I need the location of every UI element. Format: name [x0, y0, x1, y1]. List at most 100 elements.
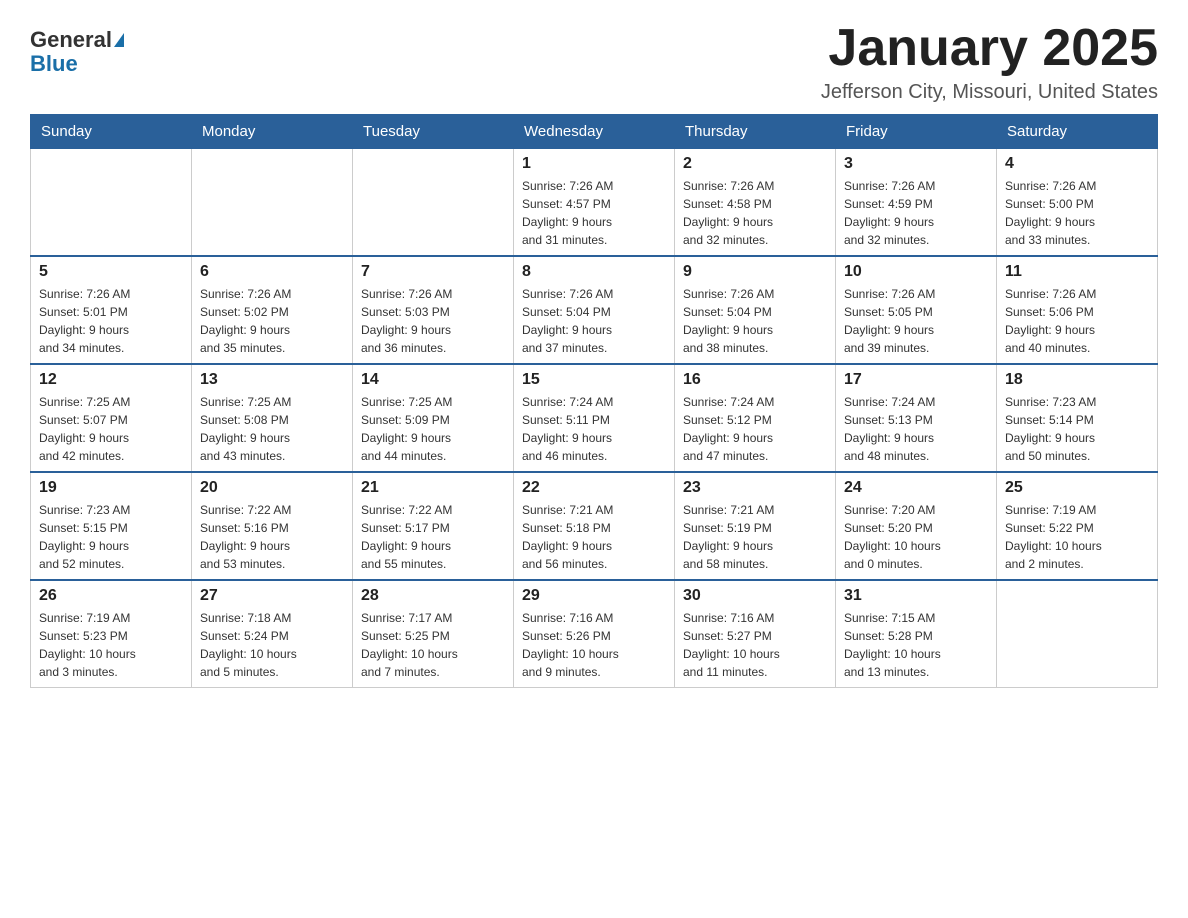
day-number: 2 — [683, 155, 827, 173]
day-number: 19 — [39, 479, 183, 497]
day-info: Sunrise: 7:22 AMSunset: 5:17 PMDaylight:… — [361, 501, 505, 573]
day-number: 5 — [39, 263, 183, 281]
calendar-week-row: 19 Sunrise: 7:23 AMSunset: 5:15 PMDayligh… — [31, 472, 1158, 580]
day-number: 8 — [522, 263, 666, 281]
day-number: 3 — [844, 155, 988, 173]
calendar-cell: 17 Sunrise: 7:24 AMSunset: 5:13 PMDayligh… — [836, 364, 997, 472]
calendar-cell: 25 Sunrise: 7:19 AMSunset: 5:22 PMDayligh… — [997, 472, 1158, 580]
calendar-cell: 1 Sunrise: 7:26 AMSunset: 4:57 PMDaylight… — [514, 149, 675, 257]
day-number: 1 — [522, 155, 666, 173]
day-info: Sunrise: 7:25 AMSunset: 5:08 PMDaylight:… — [200, 393, 344, 465]
calendar-cell: 19 Sunrise: 7:23 AMSunset: 5:15 PMDayligh… — [31, 472, 192, 580]
day-number: 11 — [1005, 263, 1149, 281]
calendar-cell: 28 Sunrise: 7:17 AMSunset: 5:25 PMDayligh… — [353, 580, 514, 688]
day-info: Sunrise: 7:21 AMSunset: 5:18 PMDaylight:… — [522, 501, 666, 573]
day-number: 17 — [844, 371, 988, 389]
day-info: Sunrise: 7:25 AMSunset: 5:07 PMDaylight:… — [39, 393, 183, 465]
day-info: Sunrise: 7:15 AMSunset: 5:28 PMDaylight:… — [844, 609, 988, 681]
day-info: Sunrise: 7:26 AMSunset: 5:03 PMDaylight:… — [361, 285, 505, 357]
day-info: Sunrise: 7:26 AMSunset: 4:58 PMDaylight:… — [683, 177, 827, 249]
logo-general-text: General — [30, 28, 112, 52]
day-number: 7 — [361, 263, 505, 281]
day-number: 10 — [844, 263, 988, 281]
calendar-cell: 20 Sunrise: 7:22 AMSunset: 5:16 PMDayligh… — [192, 472, 353, 580]
day-number: 16 — [683, 371, 827, 389]
day-info: Sunrise: 7:24 AMSunset: 5:12 PMDaylight:… — [683, 393, 827, 465]
day-number: 18 — [1005, 371, 1149, 389]
calendar-cell: 29Sunrise: 7:16 AMSunset: 5:26 PMDayligh… — [514, 580, 675, 688]
day-info: Sunrise: 7:26 AMSunset: 4:59 PMDaylight:… — [844, 177, 988, 249]
day-number: 6 — [200, 263, 344, 281]
day-number: 9 — [683, 263, 827, 281]
logo-triangle-icon — [114, 33, 124, 47]
calendar-cell — [353, 149, 514, 257]
day-number: 31 — [844, 587, 988, 605]
day-info: Sunrise: 7:16 AMSunset: 5:26 PMDaylight:… — [522, 609, 666, 681]
day-info: Sunrise: 7:26 AMSunset: 5:02 PMDaylight:… — [200, 285, 344, 357]
day-number: 13 — [200, 371, 344, 389]
calendar-cell: 2 Sunrise: 7:26 AMSunset: 4:58 PMDaylight… — [675, 149, 836, 257]
day-info: Sunrise: 7:16 AMSunset: 5:27 PMDaylight:… — [683, 609, 827, 681]
day-number: 4 — [1005, 155, 1149, 173]
day-number: 23 — [683, 479, 827, 497]
day-number: 20 — [200, 479, 344, 497]
day-info: Sunrise: 7:26 AMSunset: 5:04 PMDaylight:… — [683, 285, 827, 357]
calendar-cell: 22 Sunrise: 7:21 AMSunset: 5:18 PMDayligh… — [514, 472, 675, 580]
day-info: Sunrise: 7:26 AMSunset: 5:05 PMDaylight:… — [844, 285, 988, 357]
title-area: January 2025 Jefferson City, Missouri, U… — [821, 20, 1158, 104]
calendar-cell: 31 Sunrise: 7:15 AMSunset: 5:28 PMDayligh… — [836, 580, 997, 688]
day-number: 30 — [683, 587, 827, 605]
calendar-cell: 10 Sunrise: 7:26 AMSunset: 5:05 PMDayligh… — [836, 256, 997, 364]
calendar-header-monday: Monday — [192, 115, 353, 149]
day-info: Sunrise: 7:21 AMSunset: 5:19 PMDaylight:… — [683, 501, 827, 573]
calendar-cell: 9 Sunrise: 7:26 AMSunset: 5:04 PMDaylight… — [675, 256, 836, 364]
day-info: Sunrise: 7:23 AMSunset: 5:15 PMDaylight:… — [39, 501, 183, 573]
calendar-cell: 7 Sunrise: 7:26 AMSunset: 5:03 PMDaylight… — [353, 256, 514, 364]
day-number: 15 — [522, 371, 666, 389]
calendar-cell: 30 Sunrise: 7:16 AMSunset: 5:27 PMDayligh… — [675, 580, 836, 688]
calendar-week-row: 5Sunrise: 7:26 AMSunset: 5:01 PMDaylight… — [31, 256, 1158, 364]
calendar-week-row: 1 Sunrise: 7:26 AMSunset: 4:57 PMDaylight… — [31, 149, 1158, 257]
day-number: 25 — [1005, 479, 1149, 497]
logo-blue-text: Blue — [30, 52, 78, 76]
calendar-header-wednesday: Wednesday — [514, 115, 675, 149]
day-info: Sunrise: 7:17 AMSunset: 5:25 PMDaylight:… — [361, 609, 505, 681]
calendar-cell: 16 Sunrise: 7:24 AMSunset: 5:12 PMDayligh… — [675, 364, 836, 472]
calendar-cell: 13 Sunrise: 7:25 AMSunset: 5:08 PMDayligh… — [192, 364, 353, 472]
calendar-cell: 6 Sunrise: 7:26 AMSunset: 5:02 PMDaylight… — [192, 256, 353, 364]
calendar-cell: 3 Sunrise: 7:26 AMSunset: 4:59 PMDaylight… — [836, 149, 997, 257]
day-info: Sunrise: 7:26 AMSunset: 5:00 PMDaylight:… — [1005, 177, 1149, 249]
calendar-cell: 15 Sunrise: 7:24 AMSunset: 5:11 PMDayligh… — [514, 364, 675, 472]
calendar-header-friday: Friday — [836, 115, 997, 149]
calendar-cell: 26Sunrise: 7:19 AMSunset: 5:23 PMDayligh… — [31, 580, 192, 688]
calendar-cell: 24 Sunrise: 7:20 AMSunset: 5:20 PMDayligh… — [836, 472, 997, 580]
day-number: 14 — [361, 371, 505, 389]
day-number: 22 — [522, 479, 666, 497]
logo: General Blue — [30, 28, 124, 76]
day-info: Sunrise: 7:20 AMSunset: 5:20 PMDaylight:… — [844, 501, 988, 573]
calendar-cell — [192, 149, 353, 257]
calendar-header-saturday: Saturday — [997, 115, 1158, 149]
month-year-title: January 2025 — [821, 20, 1158, 77]
day-info: Sunrise: 7:23 AMSunset: 5:14 PMDaylight:… — [1005, 393, 1149, 465]
day-info: Sunrise: 7:19 AMSunset: 5:22 PMDaylight:… — [1005, 501, 1149, 573]
calendar-cell: 18 Sunrise: 7:23 AMSunset: 5:14 PMDayligh… — [997, 364, 1158, 472]
day-number: 28 — [361, 587, 505, 605]
day-info: Sunrise: 7:24 AMSunset: 5:11 PMDaylight:… — [522, 393, 666, 465]
calendar-table: SundayMondayTuesdayWednesdayThursdayFrid… — [30, 114, 1158, 688]
calendar-cell: 27Sunrise: 7:18 AMSunset: 5:24 PMDayligh… — [192, 580, 353, 688]
calendar-cell: 8 Sunrise: 7:26 AMSunset: 5:04 PMDaylight… — [514, 256, 675, 364]
day-info: Sunrise: 7:24 AMSunset: 5:13 PMDaylight:… — [844, 393, 988, 465]
day-number: 24 — [844, 479, 988, 497]
day-info: Sunrise: 7:26 AMSunset: 4:57 PMDaylight:… — [522, 177, 666, 249]
calendar-week-row: 26Sunrise: 7:19 AMSunset: 5:23 PMDayligh… — [31, 580, 1158, 688]
calendar-header-sunday: Sunday — [31, 115, 192, 149]
day-info: Sunrise: 7:26 AMSunset: 5:04 PMDaylight:… — [522, 285, 666, 357]
calendar-cell: 21Sunrise: 7:22 AMSunset: 5:17 PMDayligh… — [353, 472, 514, 580]
calendar-header-tuesday: Tuesday — [353, 115, 514, 149]
calendar-cell: 14Sunrise: 7:25 AMSunset: 5:09 PMDayligh… — [353, 364, 514, 472]
day-info: Sunrise: 7:22 AMSunset: 5:16 PMDaylight:… — [200, 501, 344, 573]
calendar-cell: 12Sunrise: 7:25 AMSunset: 5:07 PMDayligh… — [31, 364, 192, 472]
day-number: 27 — [200, 587, 344, 605]
calendar-cell: 23 Sunrise: 7:21 AMSunset: 5:19 PMDayligh… — [675, 472, 836, 580]
